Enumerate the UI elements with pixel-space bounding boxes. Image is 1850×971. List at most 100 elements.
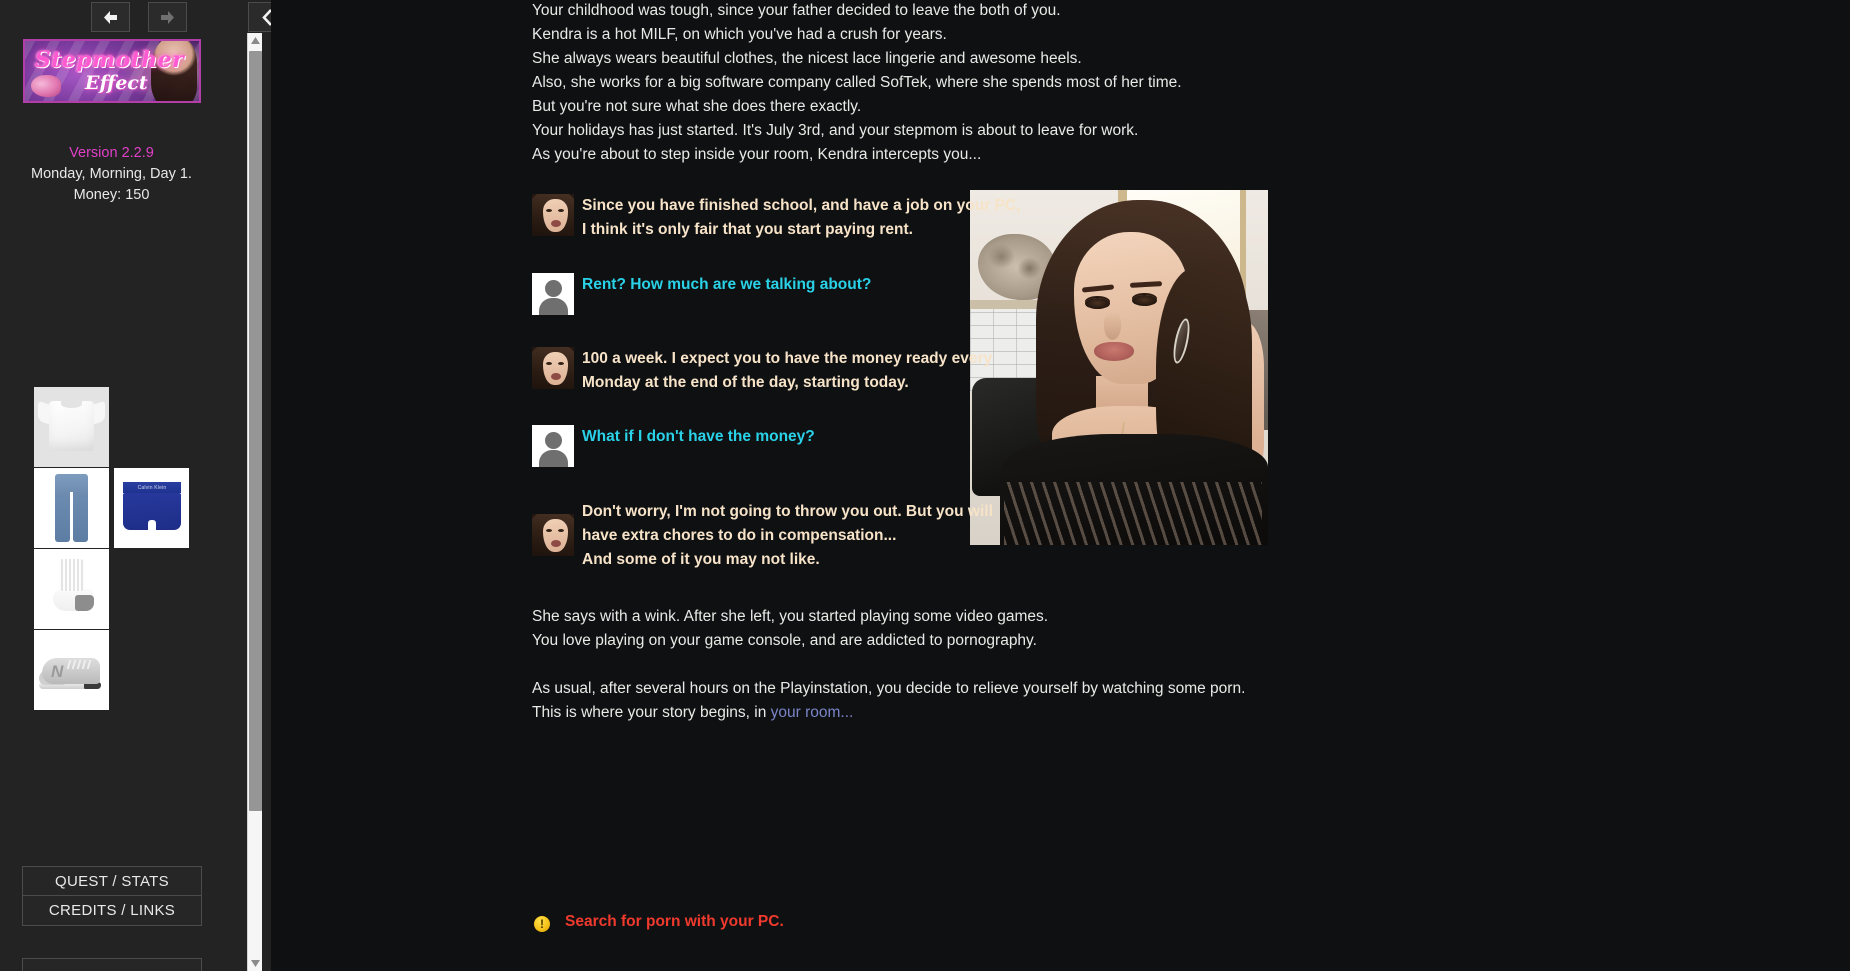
avatar-eye-left [546, 362, 552, 365]
avatar-eye-right [558, 362, 564, 365]
inventory-item-tshirt[interactable] [34, 387, 109, 467]
portrait-eye-right [1132, 295, 1157, 306]
banner-subtitle: Effect [85, 72, 148, 94]
kendra-avatar [532, 514, 574, 556]
scroll-down-arrow-icon[interactable] [248, 956, 263, 971]
credits-links-button[interactable]: CREDITS / LINKS [22, 896, 202, 926]
datetime-label: Monday, Morning, Day 1. [31, 166, 192, 182]
tshirt-neckline [61, 400, 82, 408]
dialogue-line: And some of it you may not like. [582, 551, 820, 568]
portrait-nose [1104, 312, 1121, 340]
closing-text-prefix: This is where your story begins, in [532, 704, 771, 721]
jeans-leg-left [55, 492, 70, 542]
jeans-waist [55, 474, 88, 494]
status-panel: Version 2.2.9 Monday, Morning, Day 1. Mo… [0, 143, 223, 206]
arrow-right-icon [159, 10, 176, 25]
portrait-lace-pattern [1004, 482, 1262, 545]
inventory-item-boxers[interactable]: Calvin Klein [114, 468, 189, 548]
story-line: As usual, after several hours on the Pla… [532, 680, 1246, 697]
story-line: She always wears beautiful clothes, the … [532, 50, 1082, 67]
kendra-avatar [532, 347, 574, 389]
sidebar: Stepmother Effect Version 2.2.9 Monday, … [0, 0, 271, 971]
banner-ring-ornament [31, 75, 61, 97]
jeans-leg-gap [70, 492, 73, 542]
avatar-face [543, 352, 568, 385]
boxers-leg-notch [148, 520, 156, 531]
boxers-brand-label: Calvin Klein [137, 484, 167, 491]
dialogue-line: Rent? How much are we talking about? [582, 276, 872, 293]
sidebar-menu-button-partial[interactable] [22, 958, 202, 971]
story-line: Also, she works for a big software compa… [532, 74, 1182, 91]
sock-cuff [59, 559, 84, 591]
dialogue-line: What if I don't have the money? [582, 428, 815, 445]
dialogue-text: 100 a week. I expect you to have the mon… [582, 347, 992, 395]
scroll-up-arrow-icon[interactable] [248, 33, 263, 48]
player-avatar [532, 425, 574, 467]
navigation-bar [0, 2, 271, 34]
boxers-waistband: Calvin Klein [123, 482, 181, 493]
sneaker-brand-logo: N [51, 662, 64, 681]
banner-title: Stepmother [35, 47, 185, 73]
kendra-portrait-photo [970, 190, 1268, 545]
forward-button[interactable] [148, 2, 187, 32]
portrait-lips [1094, 342, 1134, 361]
money-label: Money: 150 [73, 187, 150, 203]
warning-exclamation-icon: ! [532, 914, 552, 934]
player-avatar [532, 273, 574, 315]
story-line: Your holidays has just started. It's Jul… [532, 122, 1139, 139]
avatar-body-silhouette [539, 450, 568, 467]
avatar-eye-right [558, 529, 564, 532]
dialogue-text: Since you have finished school, and have… [582, 194, 1020, 242]
avatar-mouth [551, 540, 561, 547]
sidebar-menu: QUEST / STATS CREDITS / LINKS [22, 866, 202, 926]
back-button[interactable] [91, 2, 130, 32]
avatar-face [543, 519, 568, 552]
inventory-item-sneaker[interactable]: N [34, 630, 109, 710]
avatar-eye-left [546, 529, 552, 532]
avatar-head-silhouette [545, 432, 562, 449]
tshirt-body [49, 401, 94, 451]
sidebar-scrollbar[interactable] [247, 33, 262, 971]
story-closing-line: This is where your story begins, in your… [532, 703, 853, 722]
chevron-left-icon [261, 8, 271, 26]
dialogue-line: Monday at the end of the day, starting t… [582, 374, 909, 391]
game-logo-banner: Stepmother Effect [23, 39, 201, 103]
dialogue-line: I think it's only fair that you start pa… [582, 221, 913, 238]
arrow-left-icon [102, 10, 119, 25]
avatar-face [543, 199, 568, 232]
story-line: Your childhood was tough, since your fat… [532, 2, 1061, 19]
story-line: As you're about to step inside your room… [532, 146, 982, 163]
collapse-panel-button[interactable] [248, 2, 271, 32]
story-line: Kendra is a hot MILF, on which you've ha… [532, 26, 947, 43]
warning-icon-glyph: ! [534, 916, 550, 932]
dialogue-text: Don't worry, I'm not going to throw you … [582, 500, 993, 572]
dialogue-text: What if I don't have the money? [582, 425, 815, 449]
version-label: Version 2.2.9 [69, 145, 154, 161]
dialogue-text: Rent? How much are we talking about? [582, 273, 871, 297]
your-room-link[interactable]: your room... [771, 704, 854, 721]
story-line: But you're not sure what she does there … [532, 98, 862, 115]
main-content: Your childhood was tough, since your fat… [271, 0, 1850, 971]
avatar-head-silhouette [545, 280, 562, 297]
portrait-eye-left [1085, 298, 1110, 309]
jeans-leg-right [73, 492, 88, 542]
inventory-item-jeans[interactable] [34, 468, 109, 548]
inventory-item-sock[interactable] [34, 549, 109, 629]
dialogue-line: Don't worry, I'm not going to throw you … [582, 503, 993, 520]
dialogue-line: have extra chores to do in compensation.… [582, 527, 897, 544]
sock-heel [75, 595, 94, 611]
kendra-avatar [532, 194, 574, 236]
dialogue-line: Since you have finished school, and have… [582, 197, 1021, 214]
action-label[interactable]: Search for porn with your PC. [565, 913, 784, 931]
avatar-mouth [551, 220, 561, 227]
avatar-eye-left [546, 209, 552, 212]
avatar-mouth [551, 373, 561, 380]
dialogue-line: 100 a week. I expect you to have the mon… [582, 350, 993, 367]
avatar-eye-right [558, 209, 564, 212]
sneaker-laces [66, 660, 91, 670]
story-line: She says with a wink. After she left, yo… [532, 608, 1049, 625]
scrollbar-thumb[interactable] [249, 51, 262, 811]
quest-stats-button[interactable]: QUEST / STATS [22, 866, 202, 896]
story-line: You love playing on your game console, a… [532, 632, 1037, 649]
avatar-body-silhouette [539, 298, 568, 315]
